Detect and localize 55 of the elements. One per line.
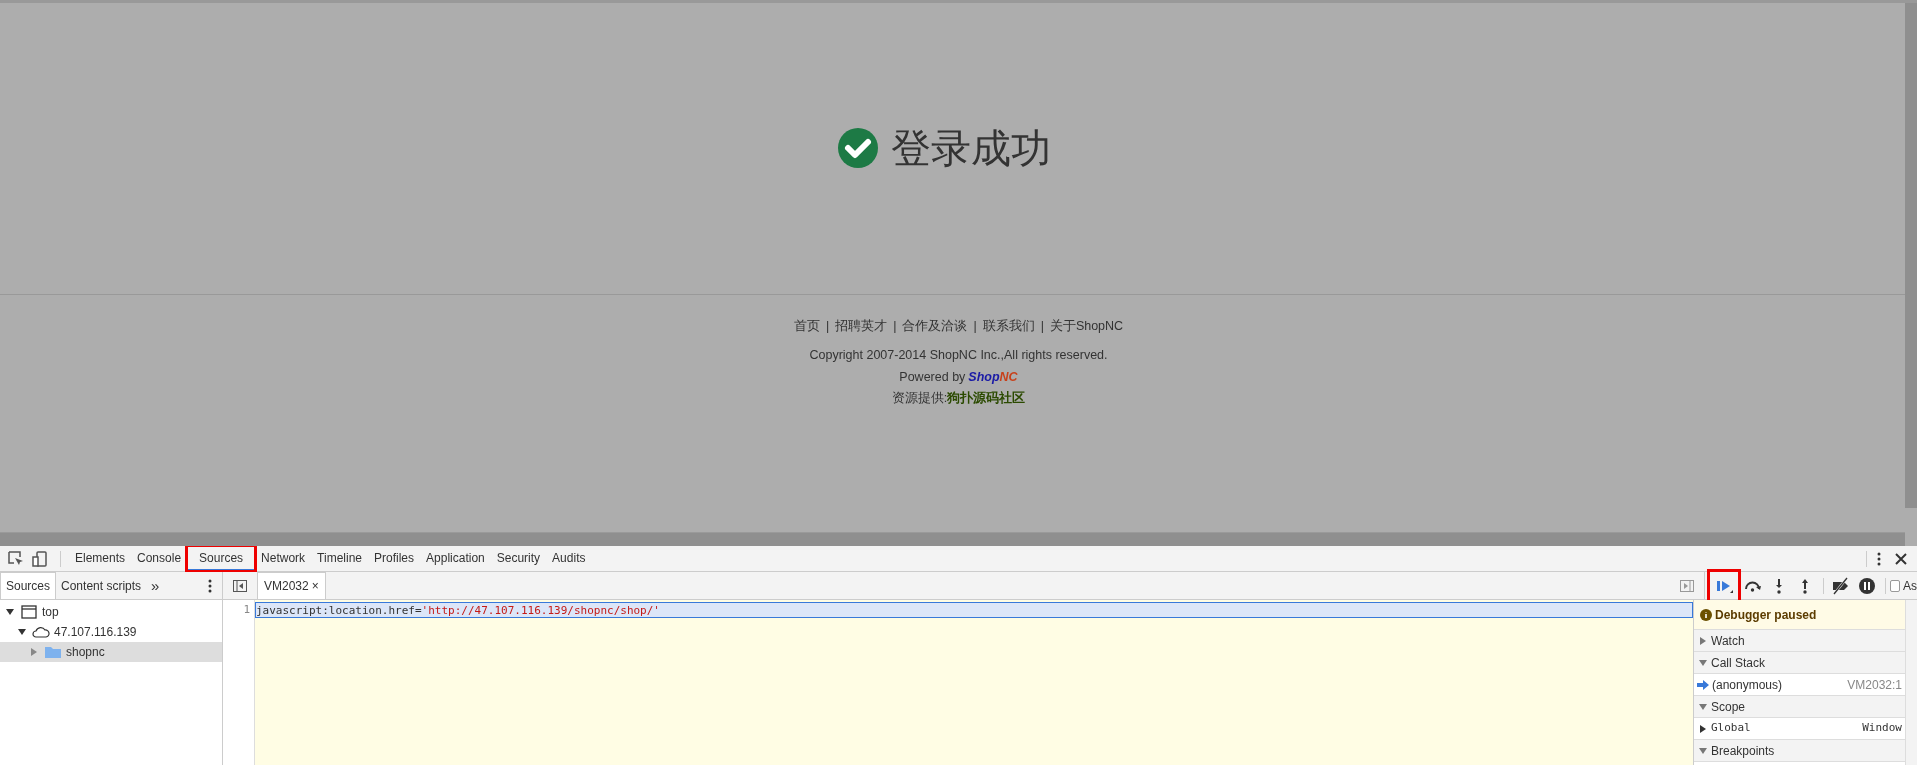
resource-label: 资源提供: [891,390,948,408]
section-header[interactable]: Scope [1694,696,1905,718]
debugger-status: Debugger paused [1715,606,1817,624]
panel-tab[interactable]: Profiles [368,546,421,571]
separator-text: | [893,318,897,335]
panel-tab[interactable]: Console [131,546,188,571]
footer-link[interactable]: 关于ShopNC [1049,317,1124,336]
line-number: 1 [242,602,250,616]
footer-link[interactable]: 招聘英才 [835,317,888,336]
success-message: 登录成功 [890,125,1051,172]
footer-link[interactable]: 合作及洽谈 [902,317,968,336]
vertical-scrollbar[interactable] [1905,600,1917,765]
disclosure-triangle-icon[interactable] [18,628,26,636]
section-header[interactable]: Watch [1694,630,1905,652]
tree-item[interactable]: 47.107.116.139 [16,622,137,642]
scope-name[interactable]: Global [1711,720,1751,737]
panel-tab[interactable]: Elements [69,546,132,571]
panel-tab[interactable]: Application [420,546,491,571]
tab-close-button[interactable]: × [311,577,319,595]
call-frame-location: VM2032:1 [1847,676,1902,694]
section-header[interactable]: Breakpoints [1694,740,1905,762]
separator-text: | [973,318,977,335]
panel-tab[interactable]: Timeline [311,546,368,571]
resource-link[interactable]: 狗扑源码社区 [947,389,1026,408]
powered-by-label: Powered by [899,368,966,386]
panel-tab[interactable]: Sources [187,546,256,571]
async-checkbox[interactable] [1889,579,1900,592]
window-icon [20,605,38,619]
copyright-text: Copyright 2007-2014 ShopNC Inc.,All rights reserved. [808,346,1109,364]
panel-tab[interactable]: Audits [546,546,592,571]
separator-text: | [825,318,830,335]
call-frame-name[interactable]: (anonymous) [1712,675,1783,694]
footer-link[interactable]: 首页 [793,317,820,336]
vertical-scrollbar[interactable] [1905,3,1917,508]
resume-icon[interactable] [1709,570,1740,601]
cloud-icon [32,625,50,639]
folder-icon [44,645,62,659]
info-icon [1700,608,1712,621]
panel-tab[interactable]: Network [255,546,312,571]
horizontal-scrollbar[interactable] [0,532,1905,546]
section-header[interactable]: Call Stack [1694,652,1905,674]
navigator-tab[interactable]: Sources [0,572,57,599]
panel-tab[interactable]: Security [490,546,547,571]
more-tabs-button[interactable]: » [146,572,165,599]
check-circle-icon [836,127,879,169]
navigator-tab[interactable]: Content scripts [56,572,147,599]
tree-item[interactable]: top [4,602,59,622]
disclosure-triangle-icon[interactable] [1699,724,1707,733]
footer-link[interactable]: 联系我们 [982,317,1035,336]
scope-value: Window [1862,720,1902,737]
file-tab[interactable]: VM2032 [264,577,309,595]
disclosure-triangle-icon[interactable] [6,608,14,616]
separator-text: | [1040,318,1044,335]
brand-logo-text[interactable]: ShopNC [968,367,1018,387]
async-label: As [1903,577,1917,595]
